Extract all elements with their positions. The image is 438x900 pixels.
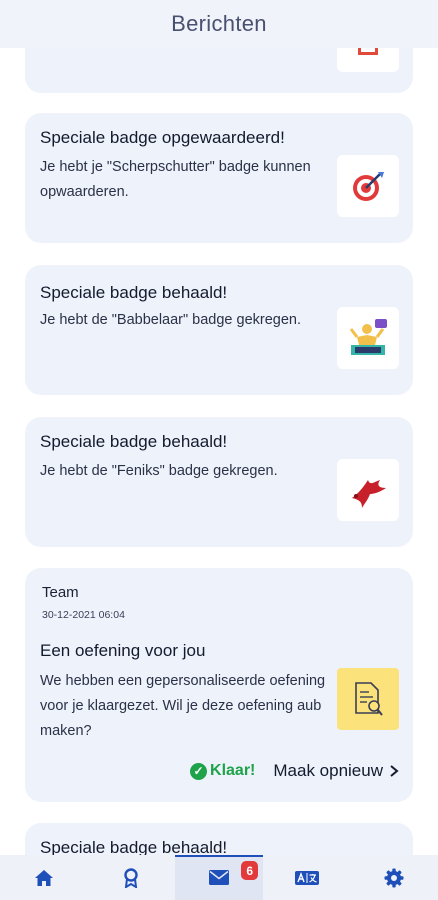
message-feed[interactable]: Speciale badge opgewaardeerd! Je hebt je… xyxy=(0,0,438,855)
message-body: Je hebt de "Babbelaar" badge gekregen. xyxy=(40,312,302,328)
nav-translate[interactable] xyxy=(263,855,351,900)
message-card[interactable]: Speciale badge opgewaardeerd! Je hebt je… xyxy=(25,113,413,243)
chevron-right-icon xyxy=(390,765,399,777)
speaker-badge-icon xyxy=(349,319,387,355)
target-badge-icon xyxy=(353,172,384,201)
mail-icon xyxy=(208,870,229,885)
message-card[interactable]: Speciale badge behaald! xyxy=(25,823,413,855)
nav-badges[interactable] xyxy=(88,855,176,900)
message-title: Speciale badge behaald! xyxy=(40,432,228,451)
redo-button[interactable]: Maak opnieuw xyxy=(273,761,399,781)
page-title: Berichten xyxy=(171,11,267,36)
redo-label: Maak opnieuw xyxy=(273,761,383,780)
sender-name: Team xyxy=(42,584,79,601)
nav-home[interactable] xyxy=(0,855,88,900)
message-body: Je hebt de "Feniks" badge gekregen. xyxy=(40,463,278,479)
badge-image xyxy=(337,459,399,521)
message-card[interactable]: Speciale badge behaald! Je hebt de "Babb… xyxy=(25,265,413,395)
nav-messages[interactable]: 6 xyxy=(175,855,263,900)
message-title: Een oefening voor jou xyxy=(40,641,206,660)
message-card[interactable]: Speciale badge behaald! Je hebt de "Feni… xyxy=(25,417,413,547)
notification-badge: 6 xyxy=(241,861,259,880)
badge-icon xyxy=(124,867,139,888)
done-status: ✓ Klaar! xyxy=(190,762,255,780)
bottom-navigation: 6 xyxy=(0,855,438,900)
message-body: We hebben een gepersonaliseerde oefening… xyxy=(40,673,326,739)
message-title: Speciale badge opgewaardeerd! xyxy=(40,128,285,147)
message-date: 30-12-2021 06:04 xyxy=(42,609,125,621)
done-label: Klaar! xyxy=(210,762,256,779)
exercise-image xyxy=(337,668,399,730)
translate-icon xyxy=(294,870,319,885)
document-search-icon xyxy=(355,682,383,716)
badge-image xyxy=(337,155,399,217)
message-title: Speciale badge behaald! xyxy=(40,283,228,302)
nav-settings[interactable] xyxy=(350,855,438,900)
phoenix-badge-icon xyxy=(352,480,386,508)
check-circle-icon: ✓ xyxy=(190,762,208,780)
settings-icon xyxy=(384,868,404,887)
message-title: Speciale badge behaald! xyxy=(40,838,228,855)
message-body: Je hebt je "Scherpschutter" badge kunnen… xyxy=(40,159,311,200)
app-header: Berichten xyxy=(0,0,438,48)
home-icon xyxy=(34,869,53,886)
badge-image xyxy=(337,307,399,369)
exercise-card[interactable]: Team 30-12-2021 06:04 Een oefening voor … xyxy=(25,568,413,802)
